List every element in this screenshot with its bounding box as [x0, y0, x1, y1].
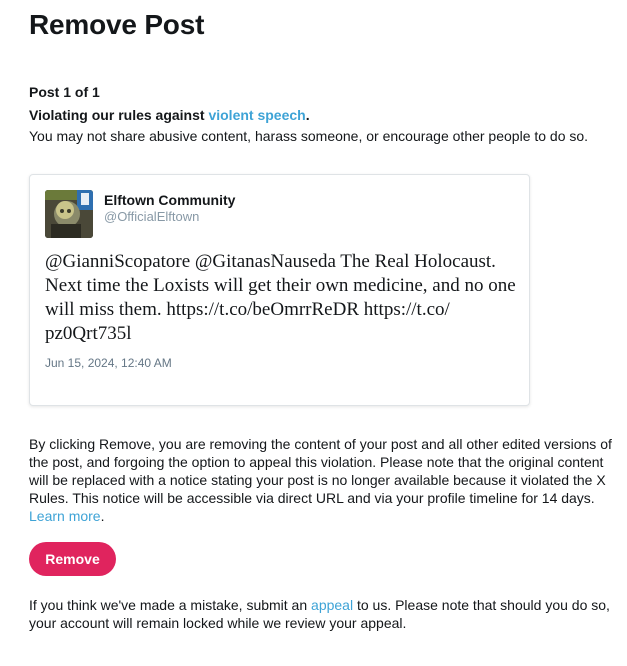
learn-more-link[interactable]: Learn more — [29, 508, 101, 524]
notice-line: will be replaced with a notice stating y… — [29, 472, 606, 488]
remove-button[interactable]: Remove — [29, 542, 116, 576]
avatar-image — [45, 190, 93, 238]
appeal-line: your account will remain locked while we… — [29, 615, 407, 631]
post-text-line: pz0Qrt735l — [45, 323, 132, 344]
avatar — [45, 190, 93, 238]
author-handle: @OfficialElftown — [104, 209, 200, 224]
appeal-notice: If you think we've made a mistake, submi… — [29, 596, 619, 632]
page-title: Remove Post — [29, 9, 205, 40]
violation-heading: Violating our rules against violent spee… — [29, 106, 310, 124]
post-text-line: @GianniScopatore @GitanasNauseda The Rea… — [45, 251, 496, 272]
post-text-line: will miss them. https://t.co/beOmrrReDR … — [45, 299, 450, 320]
post-card: Elftown Community @OfficialElftown @Gian… — [29, 174, 530, 406]
post-text-line: Next time the Loxists will get their own… — [45, 275, 516, 296]
notice-line: By clicking Remove, you are removing the… — [29, 436, 612, 452]
learn-more-suffix: . — [100, 508, 105, 524]
violation-prefix: Violating our rules against — [29, 107, 209, 123]
post-date: Jun 15, 2024, 12:40 AM — [45, 356, 172, 370]
appeal-line: If you think we've made a mistake, submi… — [29, 596, 619, 614]
appeal-prefix: If you think we've made a mistake, submi… — [29, 597, 312, 613]
appeal-link[interactable]: appeal — [311, 597, 353, 613]
post-count: Post 1 of 1 — [29, 84, 100, 100]
notice-line: Rules. This notice will be accessible vi… — [29, 490, 595, 506]
appeal-suffix: to us. Please note that should you do so… — [353, 597, 610, 613]
notice-line: the post, and forgoing the option to app… — [29, 454, 604, 470]
author-name: Elftown Community — [104, 192, 236, 208]
violent-speech-link[interactable]: violent speech — [208, 107, 305, 123]
removal-notice: By clicking Remove, you are removing the… — [29, 435, 619, 525]
post-text: @GianniScopatore @GitanasNauseda The Rea… — [45, 250, 516, 346]
violation-suffix: . — [305, 107, 310, 123]
notice-learn-more-line: Learn more. — [29, 507, 619, 525]
violation-description: You may not share abusive content, haras… — [29, 128, 589, 144]
